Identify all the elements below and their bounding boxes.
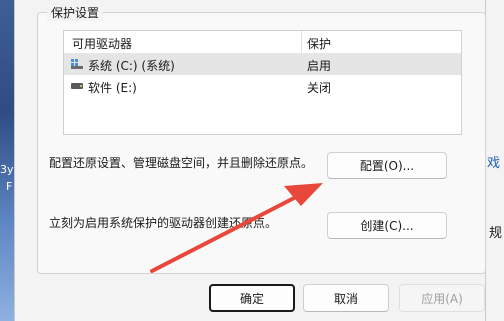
annotation-arrow-icon — [150, 183, 323, 273]
